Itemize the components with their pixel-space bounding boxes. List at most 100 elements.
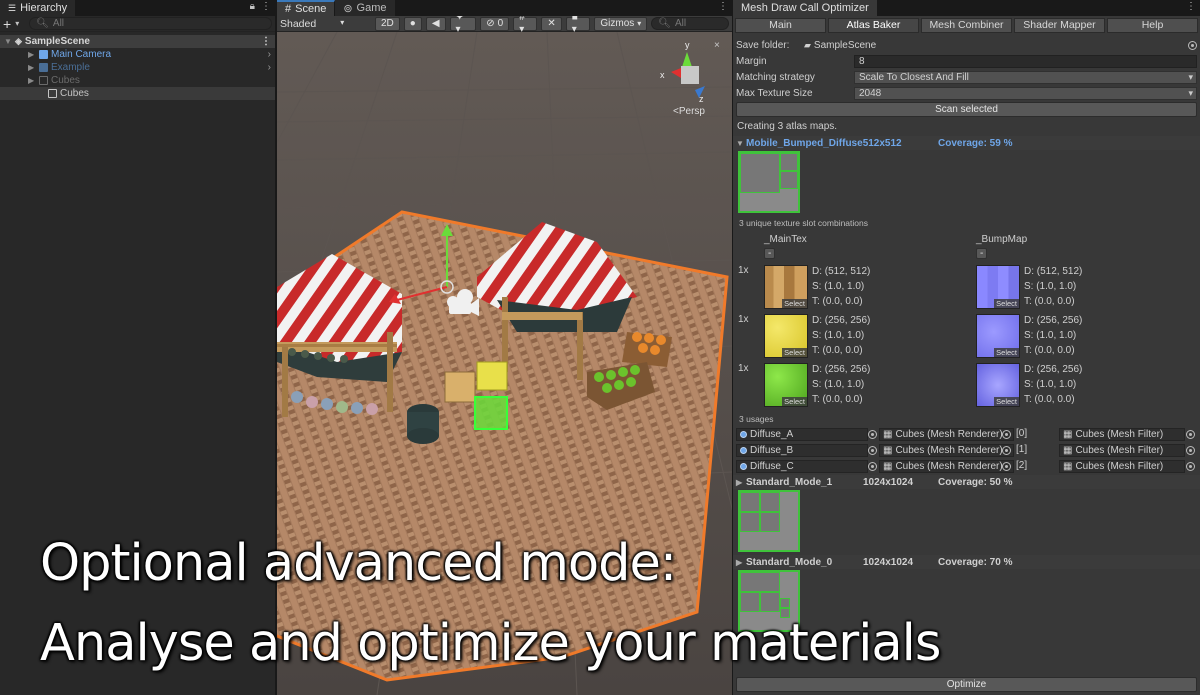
crate-oranges[interactable] <box>622 332 672 367</box>
atlas-header-3[interactable]: ▶ Standard_Mode_0 1024x1024 Coverage: 70… <box>733 555 1200 569</box>
barrel-object[interactable] <box>407 404 439 444</box>
collapse-arrow-icon[interactable]: ▶ <box>736 558 746 567</box>
hierarchy-item-main-camera[interactable]: ▶ Main Camera › <box>0 48 275 61</box>
axis-z-label: z <box>699 94 704 104</box>
hierarchy-item-cubes-disabled[interactable]: ▶ Cubes <box>0 74 275 87</box>
remove-slot-button[interactable]: - <box>976 248 988 259</box>
object-picker-icon[interactable] <box>1186 446 1195 455</box>
object-picker-icon[interactable] <box>868 462 877 471</box>
close-icon[interactable]: × <box>714 40 720 51</box>
scene-search-input[interactable]: All <box>675 18 686 29</box>
hierarchy-scene-row[interactable]: ▼ ◈ SampleScene ⋮ <box>0 35 275 48</box>
object-picker-icon[interactable] <box>1186 430 1195 439</box>
collapse-arrow-icon[interactable]: ▶ <box>28 74 36 87</box>
tab-game[interactable]: ⊚ Game <box>335 0 396 16</box>
bumpmap-thumbnail[interactable]: Select <box>976 265 1020 309</box>
effects-icon[interactable]: ✦ ▾ <box>449 12 477 35</box>
material-field[interactable]: Diffuse_C <box>736 460 868 473</box>
material-icon <box>740 463 747 470</box>
select-button[interactable]: Select <box>782 299 807 308</box>
more-icon[interactable]: ⋮ <box>718 1 728 12</box>
object-picker-icon[interactable] <box>868 430 877 439</box>
object-picker-icon[interactable] <box>868 446 877 455</box>
scene-search[interactable]: 🔍︎ All <box>651 17 729 30</box>
chevron-right-icon[interactable]: › <box>268 48 271 61</box>
filter-field[interactable]: ▦ Cubes (Mesh Filter) <box>1059 428 1185 441</box>
renderer-field[interactable]: ▦ Cubes (Mesh Renderer) <box>879 428 1014 441</box>
material-field[interactable]: Diffuse_A <box>736 428 868 441</box>
atlas-header-1[interactable]: ▼ Mobile_Bumped_Diffuse 512x512 Coverage… <box>733 136 1200 150</box>
hidden-count: 0 <box>497 17 504 29</box>
renderer-field[interactable]: ▦ Cubes (Mesh Renderer) <box>879 460 1014 473</box>
more-icon[interactable]: ⋮ <box>1186 1 1196 12</box>
scene-render[interactable]: y x z × <Persp <box>277 32 732 695</box>
maintex-thumbnail[interactable]: Select <box>764 363 808 407</box>
atlas-preview-2[interactable] <box>738 490 800 552</box>
expand-arrow-icon[interactable]: ▼ <box>736 139 746 148</box>
renderer-field[interactable]: ▦ Cubes (Mesh Renderer) <box>879 444 1014 457</box>
gizmos-dropdown[interactable]: Gizmos ▾ <box>594 16 648 31</box>
hierarchy-search[interactable]: 🔍︎ All <box>29 17 272 30</box>
more-icon[interactable]: ⋮ <box>261 1 271 12</box>
more-icon[interactable]: ⋮ <box>261 35 271 48</box>
tab-main[interactable]: Main <box>735 18 826 33</box>
expand-arrow-icon[interactable]: ▼ <box>4 35 12 48</box>
margin-input[interactable]: 8 <box>854 54 1197 68</box>
hierarchy-item-cubes[interactable]: Cubes <box>0 87 275 100</box>
collapse-arrow-icon[interactable]: ▶ <box>736 478 746 487</box>
tab-mesh-draw-call-optimizer[interactable]: Mesh Draw Call Optimizer <box>733 0 878 16</box>
bumpmap-thumbnail[interactable]: Select <box>976 363 1020 407</box>
filter-field[interactable]: ▦ Cubes (Mesh Filter) <box>1059 444 1185 457</box>
hidden-objects-button[interactable]: ⊘ 0 <box>480 16 510 31</box>
remove-slot-button[interactable]: - <box>764 248 776 259</box>
select-button[interactable]: Select <box>994 397 1019 406</box>
dims: D: (256, 256) <box>1024 364 1083 375</box>
material-field[interactable]: Diffuse_B <box>736 444 868 457</box>
maintex-thumbnail[interactable]: Select <box>764 265 808 309</box>
2d-toggle-button[interactable]: 2D <box>375 16 400 31</box>
slot-header-maintex: _MainTex <box>764 234 807 245</box>
camera-icon[interactable]: ■ ▾ <box>565 12 591 35</box>
shading-dropdown[interactable]: Shaded ▾ <box>280 18 371 30</box>
object-picker-icon[interactable] <box>1002 446 1011 455</box>
grid-toggle-icon[interactable]: # ▾ <box>513 12 538 35</box>
matching-strategy-dropdown[interactable]: Scale To Closest And Fill <box>854 70 1197 84</box>
select-button[interactable]: Select <box>782 348 807 357</box>
atlas-preview-1[interactable] <box>738 151 800 213</box>
tab-atlas-baker[interactable]: Atlas Baker <box>828 18 919 33</box>
hierarchy-item-example[interactable]: ▶ Example › <box>0 61 275 74</box>
scan-selected-button[interactable]: Scan selected <box>736 102 1197 117</box>
object-picker-icon[interactable] <box>1186 462 1195 471</box>
chevron-right-icon[interactable]: › <box>268 61 271 74</box>
select-button[interactable]: Select <box>782 397 807 406</box>
max-texture-size-dropdown[interactable]: 2048 <box>854 86 1197 100</box>
tab-scene[interactable]: # Scene <box>277 0 336 16</box>
tab-hierarchy[interactable]: ☰ Hierarchy <box>0 0 77 16</box>
save-folder-input[interactable]: ▰ SampleScene <box>800 39 1188 52</box>
audio-icon[interactable]: ◀ <box>425 16 446 31</box>
maintex-thumbnail[interactable]: Select <box>764 314 808 358</box>
hierarchy-search-input[interactable]: All <box>53 18 64 29</box>
select-button[interactable]: Select <box>994 348 1019 357</box>
atlas-name: Standard_Mode_1 <box>746 476 833 488</box>
tab-mesh-combiner[interactable]: Mesh Combiner <box>921 18 1012 33</box>
object-picker-icon[interactable] <box>1002 430 1011 439</box>
filter-field[interactable]: ▦ Cubes (Mesh Filter) <box>1059 460 1185 473</box>
collapse-arrow-icon[interactable]: ▶ <box>28 61 36 74</box>
tab-help[interactable]: Help <box>1107 18 1198 33</box>
object-picker-icon[interactable] <box>1188 40 1197 50</box>
light-icon[interactable]: ● <box>403 16 422 31</box>
collapse-arrow-icon[interactable]: ▶ <box>28 48 36 61</box>
optimize-button[interactable]: Optimize <box>736 677 1197 692</box>
add-button[interactable]: + <box>3 16 11 32</box>
persp-label[interactable]: <Persp <box>673 106 705 117</box>
object-picker-icon[interactable] <box>1002 462 1011 471</box>
scene-viewport[interactable]: y x z × <Persp <box>277 32 732 695</box>
tools-icon[interactable]: ✕ <box>541 16 562 31</box>
atlas-header-2[interactable]: ▶ Standard_Mode_1 1024x1024 Coverage: 50… <box>733 475 1200 489</box>
bumpmap-thumbnail[interactable]: Select <box>976 314 1020 358</box>
lock-icon[interactable]: 🔒︎ <box>250 1 255 12</box>
select-button[interactable]: Select <box>994 299 1019 308</box>
tab-shader-mapper[interactable]: Shader Mapper <box>1014 18 1105 33</box>
dropdown-arrow-icon[interactable]: ▾ <box>15 19 19 28</box>
